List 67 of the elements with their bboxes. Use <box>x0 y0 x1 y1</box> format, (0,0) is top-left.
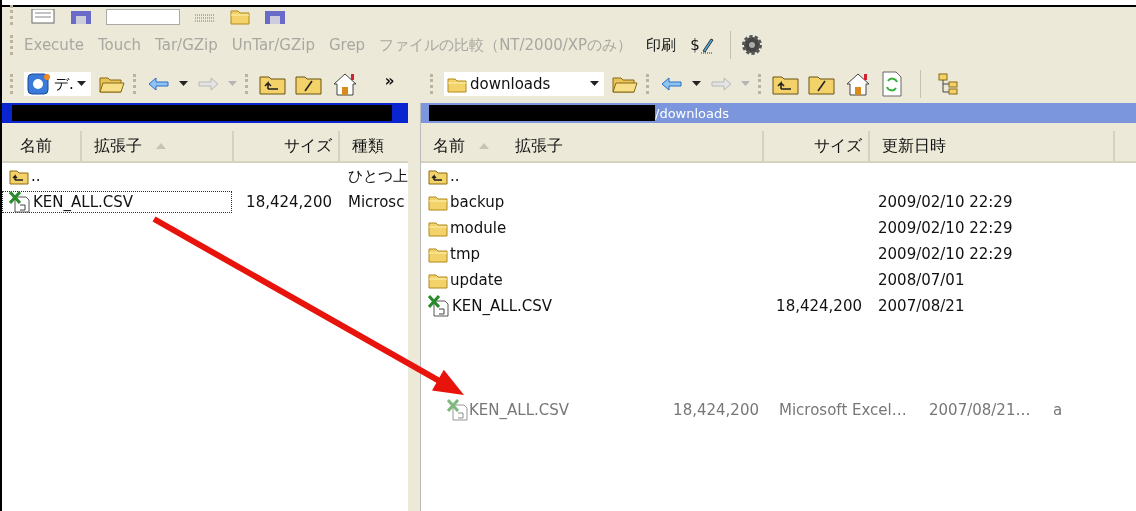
file-name[interactable]: KEN_ALL.CSV <box>421 295 762 317</box>
grid-icon[interactable] <box>194 13 216 25</box>
drag-file-size: 18,424,200 <box>672 401 759 419</box>
modified-date: 2009/02/10 22:29 <box>878 193 1013 211</box>
script-button[interactable]: $ <box>684 34 720 56</box>
modified-date: 2009/02/10 22:29 <box>878 219 1013 237</box>
column-header[interactable]: 更新日時 <box>868 131 1113 161</box>
open-folder-icon[interactable] <box>98 74 125 94</box>
modified-date: 2008/07/01 <box>878 271 965 289</box>
folder-icon <box>428 271 448 289</box>
parent-folder-icon <box>9 167 29 185</box>
settings-icon[interactable] <box>740 34 763 56</box>
folder-icon <box>428 193 448 211</box>
file-type: ひとつ上 <box>348 166 408 185</box>
parent-folder-icon <box>428 167 448 185</box>
file-name[interactable]: module <box>421 217 762 239</box>
parent-folder-icon[interactable] <box>772 73 800 95</box>
drag-file-name: KEN_ALL.CSV <box>469 401 571 419</box>
spreadsheet-file-icon <box>447 399 469 421</box>
folder-icon[interactable] <box>808 73 836 95</box>
caret-icon[interactable] <box>692 81 701 87</box>
overflow-chevron[interactable]: » <box>384 72 395 90</box>
column-header[interactable]: 名前 <box>2 131 80 161</box>
file-name[interactable]: .. <box>2 165 232 187</box>
folder-combo[interactable]: downloads <box>444 72 604 96</box>
refresh-icon[interactable] <box>880 71 904 97</box>
column-header[interactable]: 拡張子 <box>503 131 762 161</box>
toolbar-button[interactable]: 印刷 <box>640 33 683 57</box>
file-name[interactable]: .. <box>421 165 762 187</box>
column-header[interactable]: 名前 <box>421 131 503 161</box>
file-name[interactable]: tmp <box>421 243 762 265</box>
folder-icon <box>447 75 467 93</box>
back-icon[interactable] <box>660 76 684 92</box>
column-header[interactable]: サイズ <box>762 131 868 161</box>
folder-icon <box>428 219 448 237</box>
caret-icon <box>76 81 86 87</box>
modified-date: 2007/08/21 <box>878 297 965 315</box>
folder-icon <box>428 245 448 263</box>
sort-arrow-icon <box>479 143 489 149</box>
column-header[interactable]: 拡張子 <box>80 131 232 161</box>
file-name[interactable]: KEN_ALL.CSV <box>2 191 232 213</box>
drag-file-attribute: a <box>1053 401 1063 419</box>
open-folder-icon[interactable] <box>612 74 638 94</box>
spreadsheet-file-icon <box>428 295 450 317</box>
home-icon[interactable] <box>844 72 872 96</box>
file-size: 18,424,200 <box>776 297 862 315</box>
file-name[interactable]: update <box>421 269 762 291</box>
drive-combo[interactable]: デ. <box>24 72 91 96</box>
caret-icon[interactable] <box>178 81 188 87</box>
modified-date: 2009/02/10 22:29 <box>878 245 1013 263</box>
drag-file-type: Microsoft Excel… <box>779 401 908 419</box>
pencil-icon <box>699 36 714 54</box>
list-icon[interactable] <box>30 9 56 25</box>
drag-file-date: 2007/08/21… <box>929 401 1032 419</box>
caret-icon <box>590 81 599 87</box>
file-name[interactable]: backup <box>421 191 762 213</box>
file-type: Microsc <box>348 193 405 211</box>
back-icon[interactable] <box>146 76 171 92</box>
path-text: /downloads <box>655 105 729 121</box>
combo-field[interactable] <box>106 9 180 25</box>
spreadsheet-file-icon <box>9 191 31 213</box>
folder-icon[interactable] <box>294 73 323 95</box>
file-size: 18,424,200 <box>246 193 332 211</box>
sort-arrow-icon <box>156 143 166 149</box>
tree-icon[interactable] <box>937 72 961 96</box>
column-header[interactable]: サイズ <box>232 131 338 161</box>
parent-folder-icon[interactable] <box>258 73 287 95</box>
